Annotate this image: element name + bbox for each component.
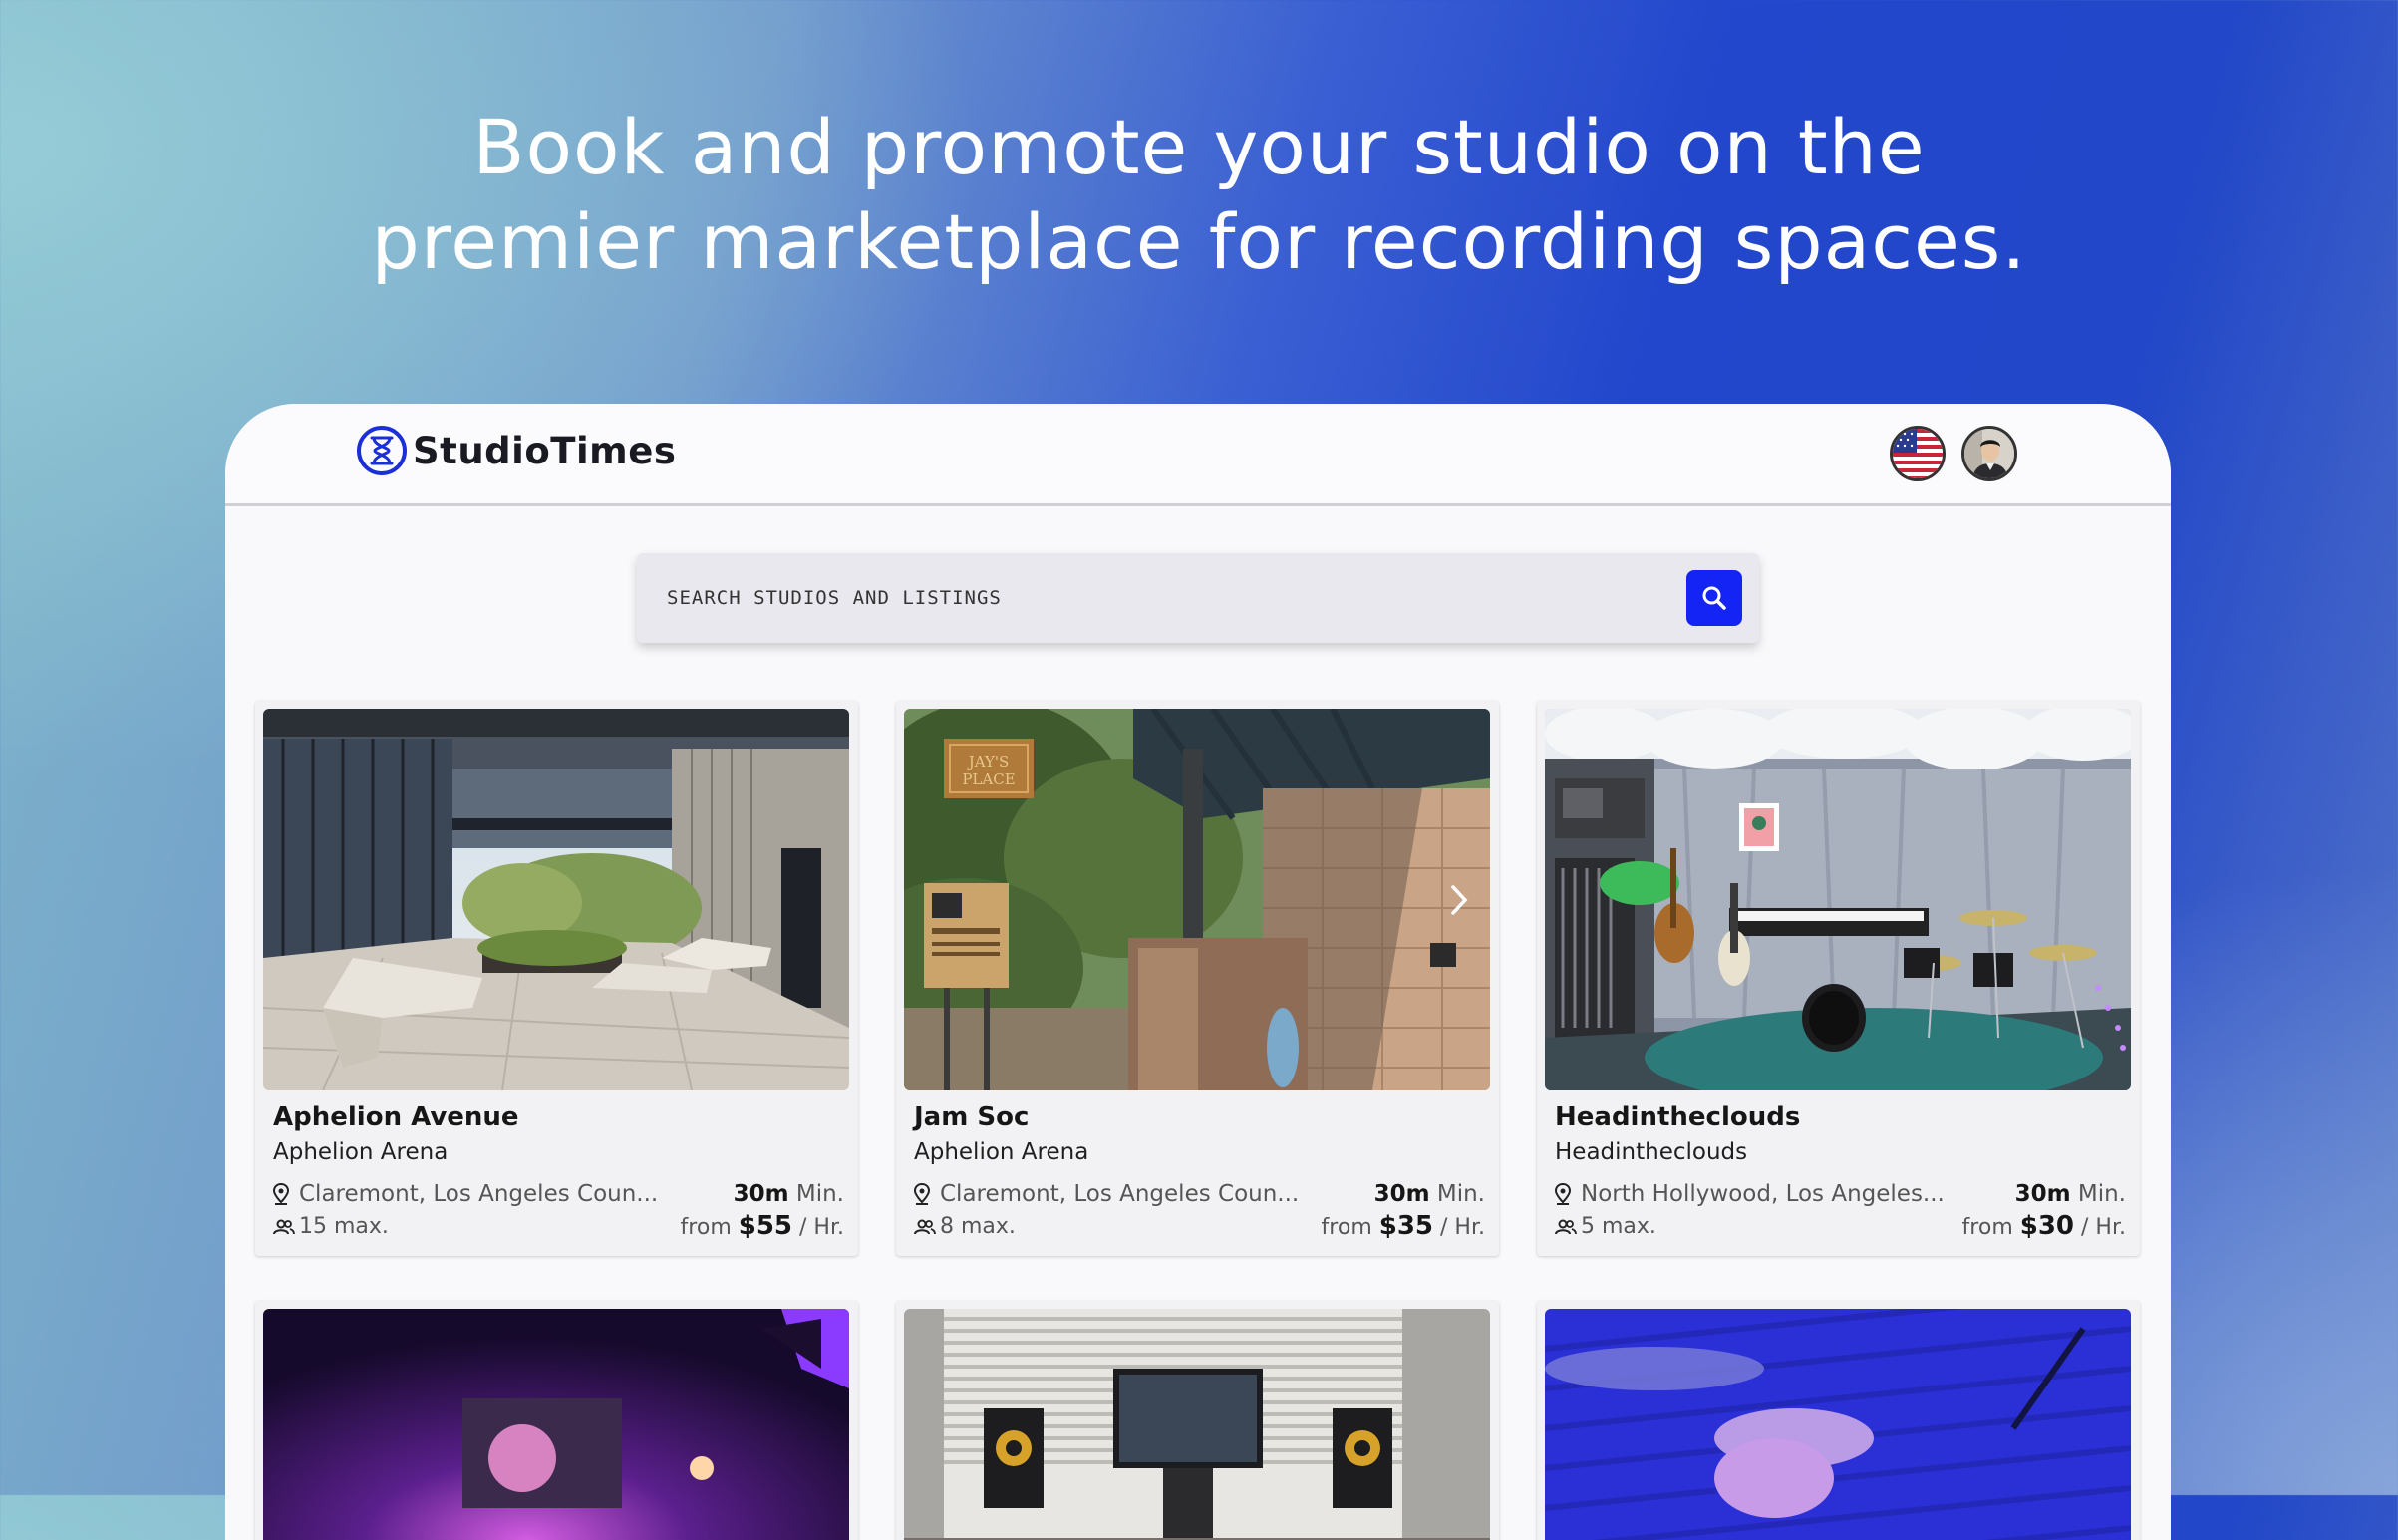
listing-capacity: 15 max. <box>273 1214 389 1239</box>
listing-card[interactable] <box>896 1301 1499 1540</box>
listing-card[interactable]: Aphelion Avenue Aphelion Arena Claremont… <box>255 701 858 1256</box>
listing-price-prefix: from <box>680 1215 732 1240</box>
listing-location: Claremont, Los Angeles Coun... <box>914 1181 1323 1207</box>
brand-name: StudioTimes <box>413 429 677 472</box>
listing-price-value: $35 <box>1378 1211 1434 1241</box>
search-icon <box>1702 586 1726 610</box>
listing-photo[interactable]: JAY'S PLACE <box>904 709 1490 1090</box>
listing-title[interactable]: Aphelion Avenue <box>273 1102 519 1132</box>
search-input[interactable] <box>667 553 1614 643</box>
listing-location-text: Claremont, Los Angeles Coun... <box>940 1181 1300 1207</box>
listing-price-value: $55 <box>738 1211 793 1241</box>
hero-headline: Book and promote your studio on the prem… <box>0 100 2398 289</box>
listing-price: from $35 / Hr. <box>1322 1211 1485 1241</box>
listing-minimum-unit: Min. <box>1436 1181 1485 1207</box>
location-pin-icon <box>1555 1183 1581 1205</box>
listing-price-unit: / Hr. <box>1440 1215 1485 1240</box>
listing-title[interactable]: Jam Soc <box>914 1102 1029 1132</box>
listing-studio-name: Headintheclouds <box>1555 1139 1748 1165</box>
listing-capacity-text: 5 max. <box>1581 1214 1656 1239</box>
listing-price-unit: / Hr. <box>799 1215 844 1240</box>
listing-studio-name: Aphelion Arena <box>273 1139 449 1165</box>
listing-location-text: North Hollywood, Los Angeles... <box>1581 1181 1945 1207</box>
listing-location: North Hollywood, Los Angeles... <box>1555 1181 1963 1207</box>
listing-capacity-text: 15 max. <box>299 1214 389 1239</box>
listing-card[interactable] <box>255 1301 858 1540</box>
listing-photo[interactable] <box>1545 1309 2131 1540</box>
listing-minimum-value: 30m <box>1373 1181 1430 1207</box>
listing-card[interactable]: Headintheclouds Headintheclouds North Ho… <box>1537 701 2140 1256</box>
listing-price-prefix: from <box>1321 1215 1372 1240</box>
people-icon <box>273 1219 299 1235</box>
sign-text: JAY'S <box>967 753 1010 770</box>
listing-minimum-unit: Min. <box>2077 1181 2126 1207</box>
top-navigation-bar: StudioTimes <box>225 404 2171 506</box>
hero-headline-line-1: Book and promote your studio on the <box>472 103 1926 191</box>
listing-photo[interactable] <box>904 1309 1490 1540</box>
listing-minimum: 30m Min. <box>2015 1181 2126 1207</box>
listing-price-prefix: from <box>1961 1215 2013 1240</box>
people-icon <box>914 1219 940 1235</box>
listing-capacity: 5 max. <box>1555 1214 1656 1239</box>
listing-location: Claremont, Los Angeles Coun... <box>273 1181 682 1207</box>
listing-card[interactable]: JAY'S PLACE Jam Soc Aphelion Arena Clare… <box>896 701 1499 1256</box>
app-window: StudioTimes SEARCH STUDIOS AND LISTINGS … <box>225 404 2171 1540</box>
hourglass-icon <box>357 426 407 475</box>
people-icon <box>1555 1219 1581 1235</box>
location-pin-icon <box>273 1183 299 1205</box>
listing-price: from $30 / Hr. <box>1962 1211 2126 1241</box>
listing-minimum: 30m Min. <box>734 1181 844 1207</box>
listing-photo[interactable] <box>263 1309 849 1540</box>
listing-photo[interactable] <box>1545 709 2131 1090</box>
chevron-right-icon <box>1451 884 1468 915</box>
listing-minimum-unit: Min. <box>795 1181 844 1207</box>
hero-headline-line-2: premier marketplace for recording spaces… <box>371 197 2027 286</box>
listing-minimum-value: 30m <box>2014 1181 2071 1207</box>
location-pin-icon <box>914 1183 940 1205</box>
listing-minimum: 30m Min. <box>1374 1181 1485 1207</box>
listing-photo[interactable] <box>263 709 849 1090</box>
listing-title[interactable]: Headintheclouds <box>1555 1102 1800 1132</box>
user-avatar[interactable] <box>1961 426 2017 481</box>
us-flag-icon[interactable] <box>1890 426 1946 481</box>
image-next-button[interactable] <box>1444 878 1474 922</box>
listing-price-value: $30 <box>2019 1211 2075 1241</box>
search-bar <box>637 553 1759 643</box>
listing-capacity-text: 8 max. <box>940 1214 1016 1239</box>
svg-text:PLACE: PLACE <box>962 770 1015 788</box>
listing-minimum-value: 30m <box>733 1181 789 1207</box>
brand-link[interactable]: StudioTimes <box>357 426 676 475</box>
listing-studio-name: Aphelion Arena <box>914 1139 1089 1165</box>
listing-price: from $55 / Hr. <box>681 1211 844 1241</box>
listing-location-text: Claremont, Los Angeles Coun... <box>299 1181 659 1207</box>
listing-card[interactable] <box>1537 1301 2140 1540</box>
listing-price-unit: / Hr. <box>2081 1215 2126 1240</box>
listing-capacity: 8 max. <box>914 1214 1016 1239</box>
search-button[interactable] <box>1686 570 1742 626</box>
